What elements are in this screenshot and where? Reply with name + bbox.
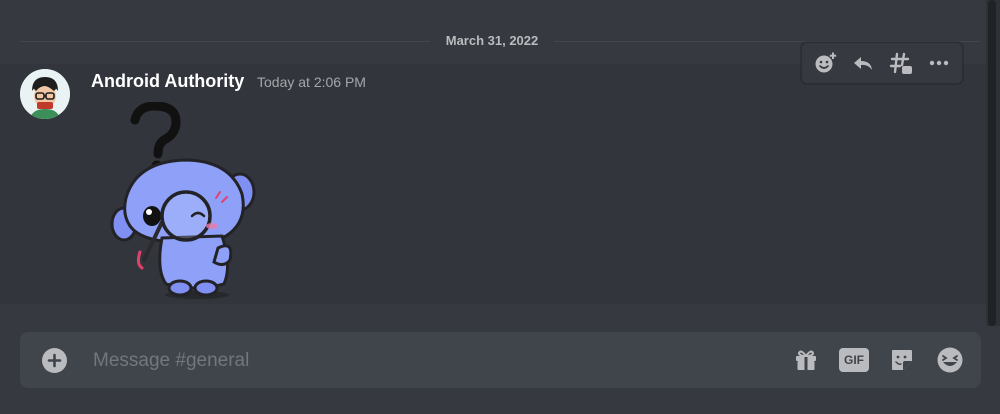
avatar[interactable] <box>20 69 70 119</box>
gif-button[interactable]: GIF <box>839 345 869 375</box>
add-reaction-button[interactable] <box>809 47 841 79</box>
message-timestamp: Today at 2:06 PM <box>257 74 366 90</box>
date-divider-label: March 31, 2022 <box>430 33 554 49</box>
add-attachment-icon <box>47 353 62 368</box>
message-composer: GIF <box>20 332 981 388</box>
more-options-button[interactable] <box>923 47 955 79</box>
gift-button[interactable] <box>791 345 821 375</box>
scrollbar-track[interactable] <box>986 0 1000 326</box>
message-toolbar <box>801 42 963 84</box>
emoji-icon <box>937 347 963 373</box>
add-attachment-button[interactable] <box>42 348 67 373</box>
gift-icon <box>796 350 816 370</box>
add-reaction-icon <box>815 52 837 73</box>
more-options-icon <box>929 60 949 66</box>
create-thread-button[interactable] <box>885 47 917 79</box>
wumpus-sticker[interactable] <box>100 101 270 302</box>
sticker-icon <box>892 350 912 370</box>
emoji-button[interactable] <box>935 345 965 375</box>
sticker-button[interactable] <box>887 345 917 375</box>
composer-buttons: GIF <box>791 344 965 376</box>
reply-button[interactable] <box>847 47 879 79</box>
message-input[interactable] <box>91 344 775 378</box>
chat-window: March 31, 2022 Android Authority Today a… <box>0 0 1000 414</box>
create-thread-icon <box>889 52 912 74</box>
gif-icon: GIF <box>839 348 869 372</box>
message-author[interactable]: Android Authority <box>91 70 244 92</box>
message-item[interactable]: Android Authority Today at 2:06 PM <box>0 64 986 304</box>
reply-icon <box>854 57 872 70</box>
scrollbar-thumb[interactable] <box>988 0 996 326</box>
